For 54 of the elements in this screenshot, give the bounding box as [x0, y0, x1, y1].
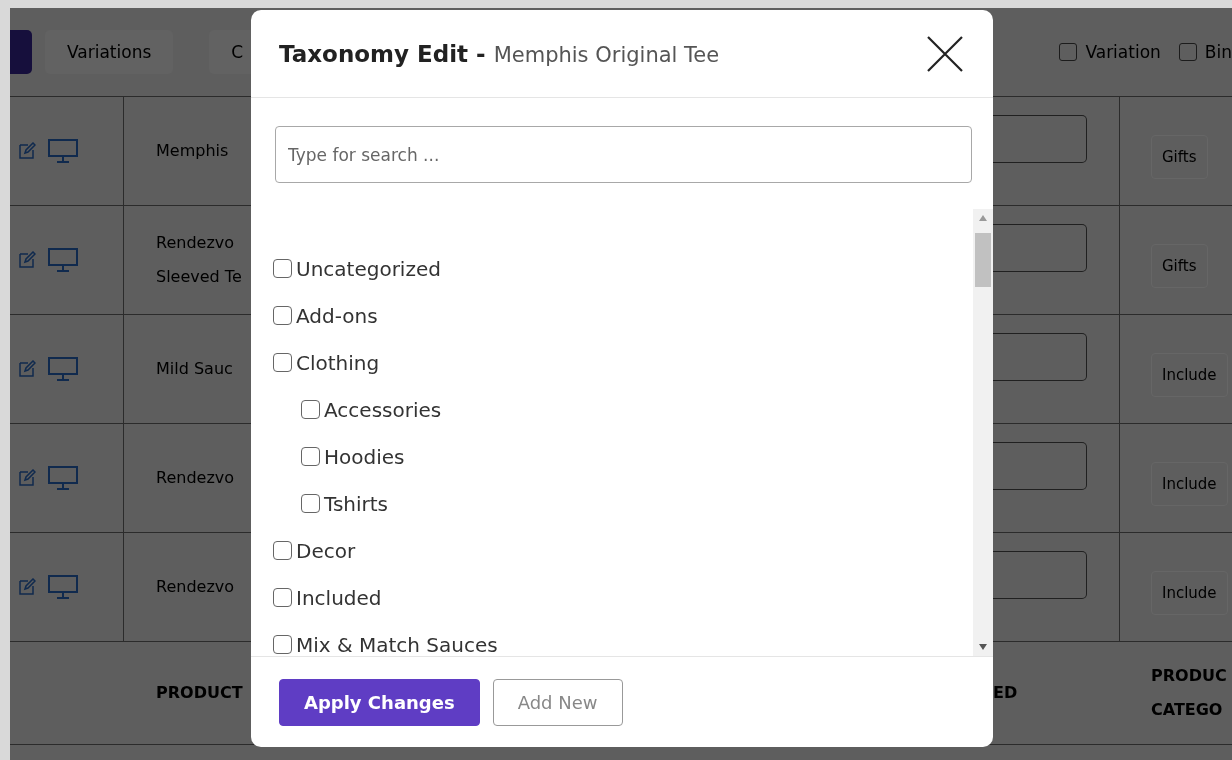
dialog-title: Taxonomy Edit - Memphis Original Tee — [279, 40, 720, 67]
product-name: Mild Sauc — [156, 358, 234, 380]
category-checkbox-item[interactable]: Mix & Match Sauces — [273, 621, 973, 656]
close-button[interactable] — [925, 33, 965, 74]
scroll-up-arrow-icon[interactable] — [979, 215, 987, 221]
checkbox[interactable] — [273, 588, 292, 607]
add-button[interactable]: Add New — [492, 678, 623, 726]
category-checkbox-item[interactable]: Clothing — [273, 339, 973, 386]
product-name: Sleeved Te — [156, 266, 243, 288]
checkbox[interactable] — [273, 259, 292, 278]
monitor-icon[interactable] — [48, 248, 78, 272]
category-checkbox-item[interactable]: Tshirts — [273, 480, 973, 527]
checkbox[interactable] — [273, 541, 292, 560]
apply-button[interactable]: Apply Changes — [279, 678, 480, 726]
checkbox[interactable] — [301, 447, 320, 466]
monitor-icon[interactable] — [48, 575, 78, 599]
category-checkbox-item[interactable]: Included — [273, 574, 973, 621]
product-name: Rendezvo — [156, 467, 236, 489]
checkbox[interactable] — [301, 400, 320, 419]
scroll-down-arrow-icon[interactable] — [979, 644, 987, 650]
product-name: Memphis — [156, 140, 230, 162]
category-checkbox-item[interactable]: Hoodies — [273, 433, 973, 480]
checkbox[interactable] — [1059, 43, 1078, 61]
edit-icon[interactable] — [18, 360, 36, 378]
checkbox[interactable] — [273, 353, 292, 372]
category-tag: Include — [1151, 353, 1228, 397]
edit-icon[interactable] — [18, 142, 36, 160]
category-checkbox-item[interactable]: Decor — [273, 527, 973, 574]
scrollbar-thumb[interactable] — [975, 233, 991, 287]
monitor-icon[interactable] — [48, 466, 78, 490]
category-checkbox-item[interactable]: Add-ons — [273, 292, 973, 339]
column-header: PRODUCT — [156, 682, 244, 704]
category-tag: Gifts — [1151, 244, 1208, 288]
monitor-icon[interactable] — [48, 357, 78, 381]
product-name: Rendezvo — [156, 232, 236, 254]
checkbox[interactable] — [1178, 43, 1197, 61]
checkbox[interactable] — [301, 494, 320, 513]
column-header: ED — [993, 682, 1019, 704]
column-header: PRODUC — [1151, 665, 1228, 687]
edit-icon[interactable] — [18, 251, 36, 269]
category-tag: Include — [1151, 571, 1228, 615]
category-tag: Include — [1151, 462, 1228, 506]
category-checkbox-item[interactable]: Accessories — [273, 386, 973, 433]
product-name: Rendezvo — [156, 576, 236, 598]
checkbox[interactable] — [273, 635, 292, 654]
edit-icon[interactable] — [18, 469, 36, 487]
column-header: CATEGO — [1151, 699, 1224, 721]
category-checkbox-item[interactable]: Uncategorized — [273, 245, 973, 292]
search-field[interactable]: Type for search ... — [275, 126, 972, 183]
monitor-icon[interactable] — [48, 139, 78, 163]
checkbox[interactable] — [273, 306, 292, 325]
scrollbar[interactable] — [973, 209, 993, 656]
category-tag: Gifts — [1151, 135, 1208, 179]
edit-icon[interactable] — [18, 578, 36, 596]
